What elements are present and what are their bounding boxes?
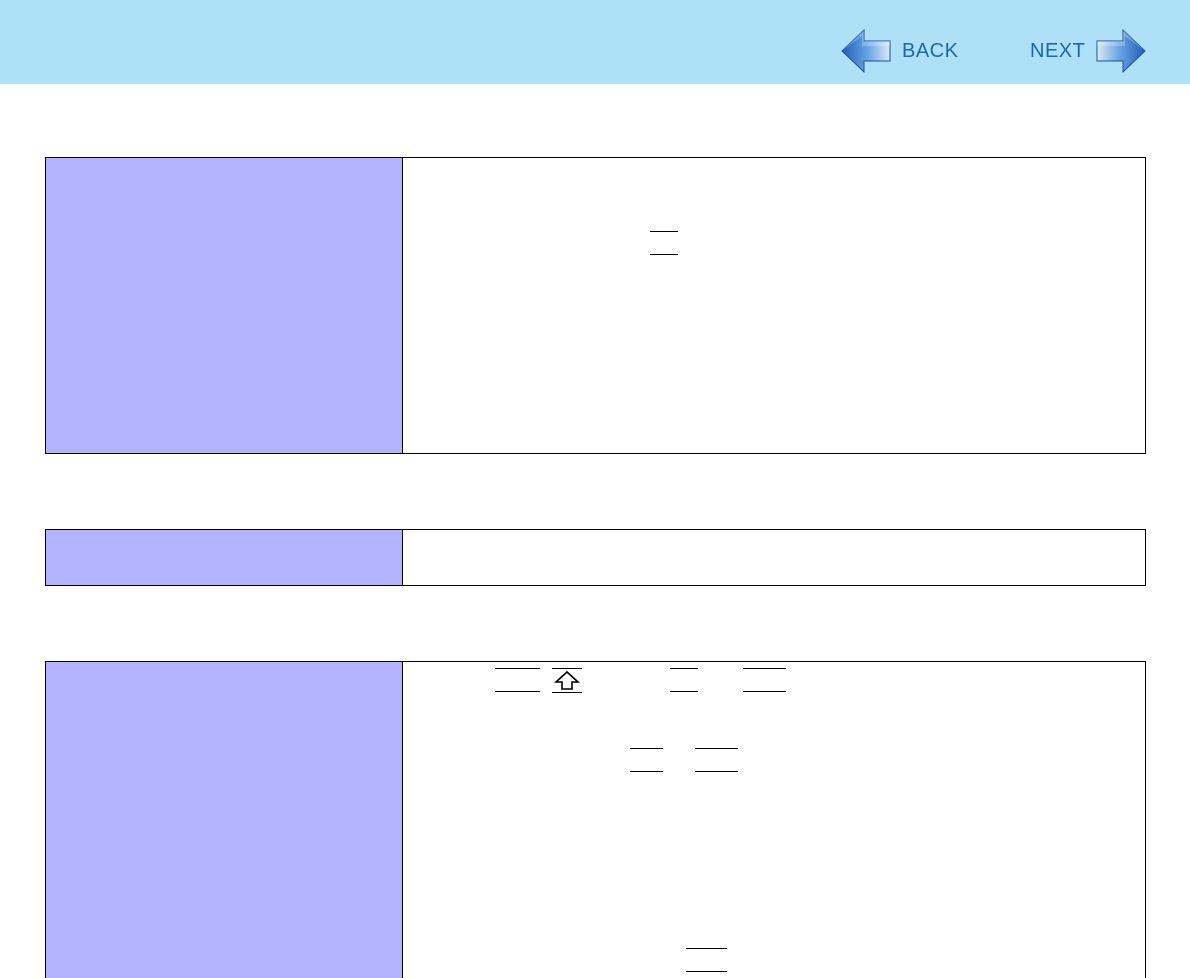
header-bar: BACK NEXT bbox=[0, 0, 1190, 84]
table-3-label-cell bbox=[46, 662, 403, 978]
back-arrow-icon bbox=[841, 28, 891, 74]
shift-key-icon bbox=[553, 670, 581, 690]
table-1-content-cell bbox=[403, 158, 1145, 453]
key-box bbox=[743, 668, 786, 692]
info-table-2 bbox=[45, 529, 1146, 586]
key-box bbox=[650, 231, 678, 255]
shift-key bbox=[552, 668, 582, 693]
key-box bbox=[630, 748, 663, 772]
info-table-3 bbox=[45, 661, 1146, 978]
manual-page: BACK NEXT bbox=[0, 0, 1190, 978]
back-label: BACK bbox=[902, 39, 959, 62]
table-2-label-cell bbox=[46, 530, 403, 585]
key-box bbox=[495, 668, 540, 692]
key-box bbox=[686, 948, 727, 972]
key-box bbox=[670, 668, 698, 692]
next-button[interactable]: NEXT bbox=[1030, 28, 1147, 74]
back-button[interactable]: BACK bbox=[840, 28, 958, 74]
table-3-content-cell bbox=[403, 662, 1145, 978]
table-1-label-cell bbox=[46, 158, 403, 453]
key-box bbox=[695, 748, 738, 772]
info-table-1 bbox=[45, 157, 1146, 454]
next-arrow-icon bbox=[1096, 28, 1147, 74]
table-2-content-cell bbox=[403, 530, 1145, 585]
next-label: NEXT bbox=[1030, 39, 1086, 62]
